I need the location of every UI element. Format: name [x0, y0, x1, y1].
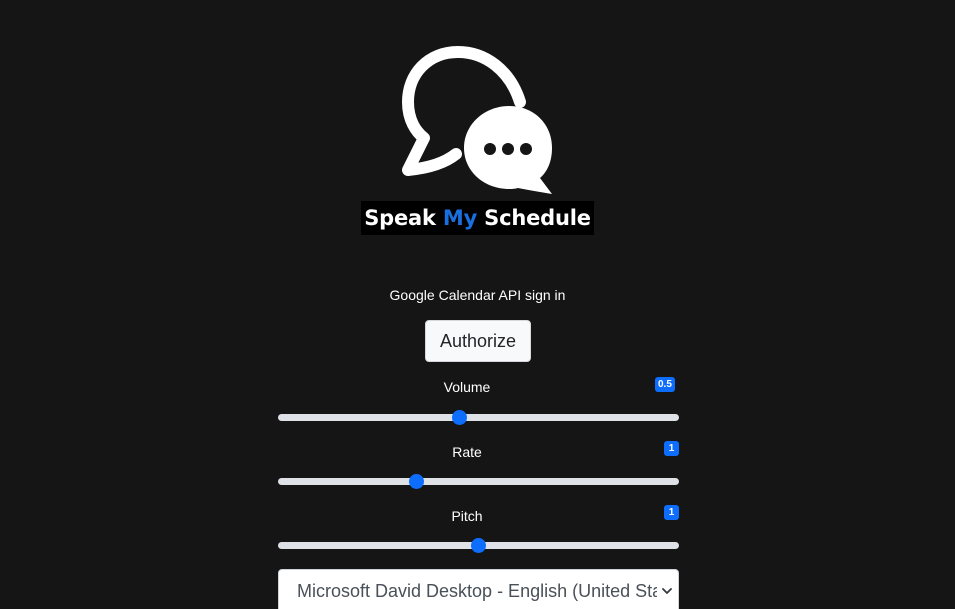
voice-select[interactable]: Microsoft David Desktop - English (Unite…: [278, 569, 679, 609]
rate-value-badge: 1: [664, 441, 679, 456]
logo-wordmark: Speak My Schedule: [361, 201, 594, 235]
pitch-slider-thumb[interactable]: [471, 538, 486, 553]
page: Speak My Schedule Google Calendar API si…: [0, 0, 955, 609]
pitch-label: Pitch: [451, 508, 483, 524]
rate-slider-thumb[interactable]: [409, 474, 425, 489]
pitch-slider[interactable]: [278, 538, 679, 553]
logo-word-speak: Speak: [364, 206, 443, 230]
volume-value-badge: 0.5: [655, 377, 675, 392]
speech-bubbles-icon: [402, 46, 552, 194]
logo-word-my: My: [442, 206, 478, 230]
volume-label: Volume: [443, 379, 491, 395]
chevron-down-icon: [662, 588, 672, 594]
logo-word-schedule: Schedule: [477, 206, 591, 230]
pitch-value-badge: 1: [664, 505, 679, 520]
voice-select-value: Microsoft David Desktop - English (Unite…: [297, 581, 657, 601]
authorize-button[interactable]: Authorize: [425, 320, 531, 362]
volume-slider[interactable]: [278, 410, 679, 425]
volume-slider-thumb[interactable]: [451, 410, 467, 425]
signin-label: Google Calendar API sign in: [389, 287, 566, 303]
rate-slider[interactable]: [278, 474, 679, 489]
rate-label: Rate: [452, 444, 482, 460]
